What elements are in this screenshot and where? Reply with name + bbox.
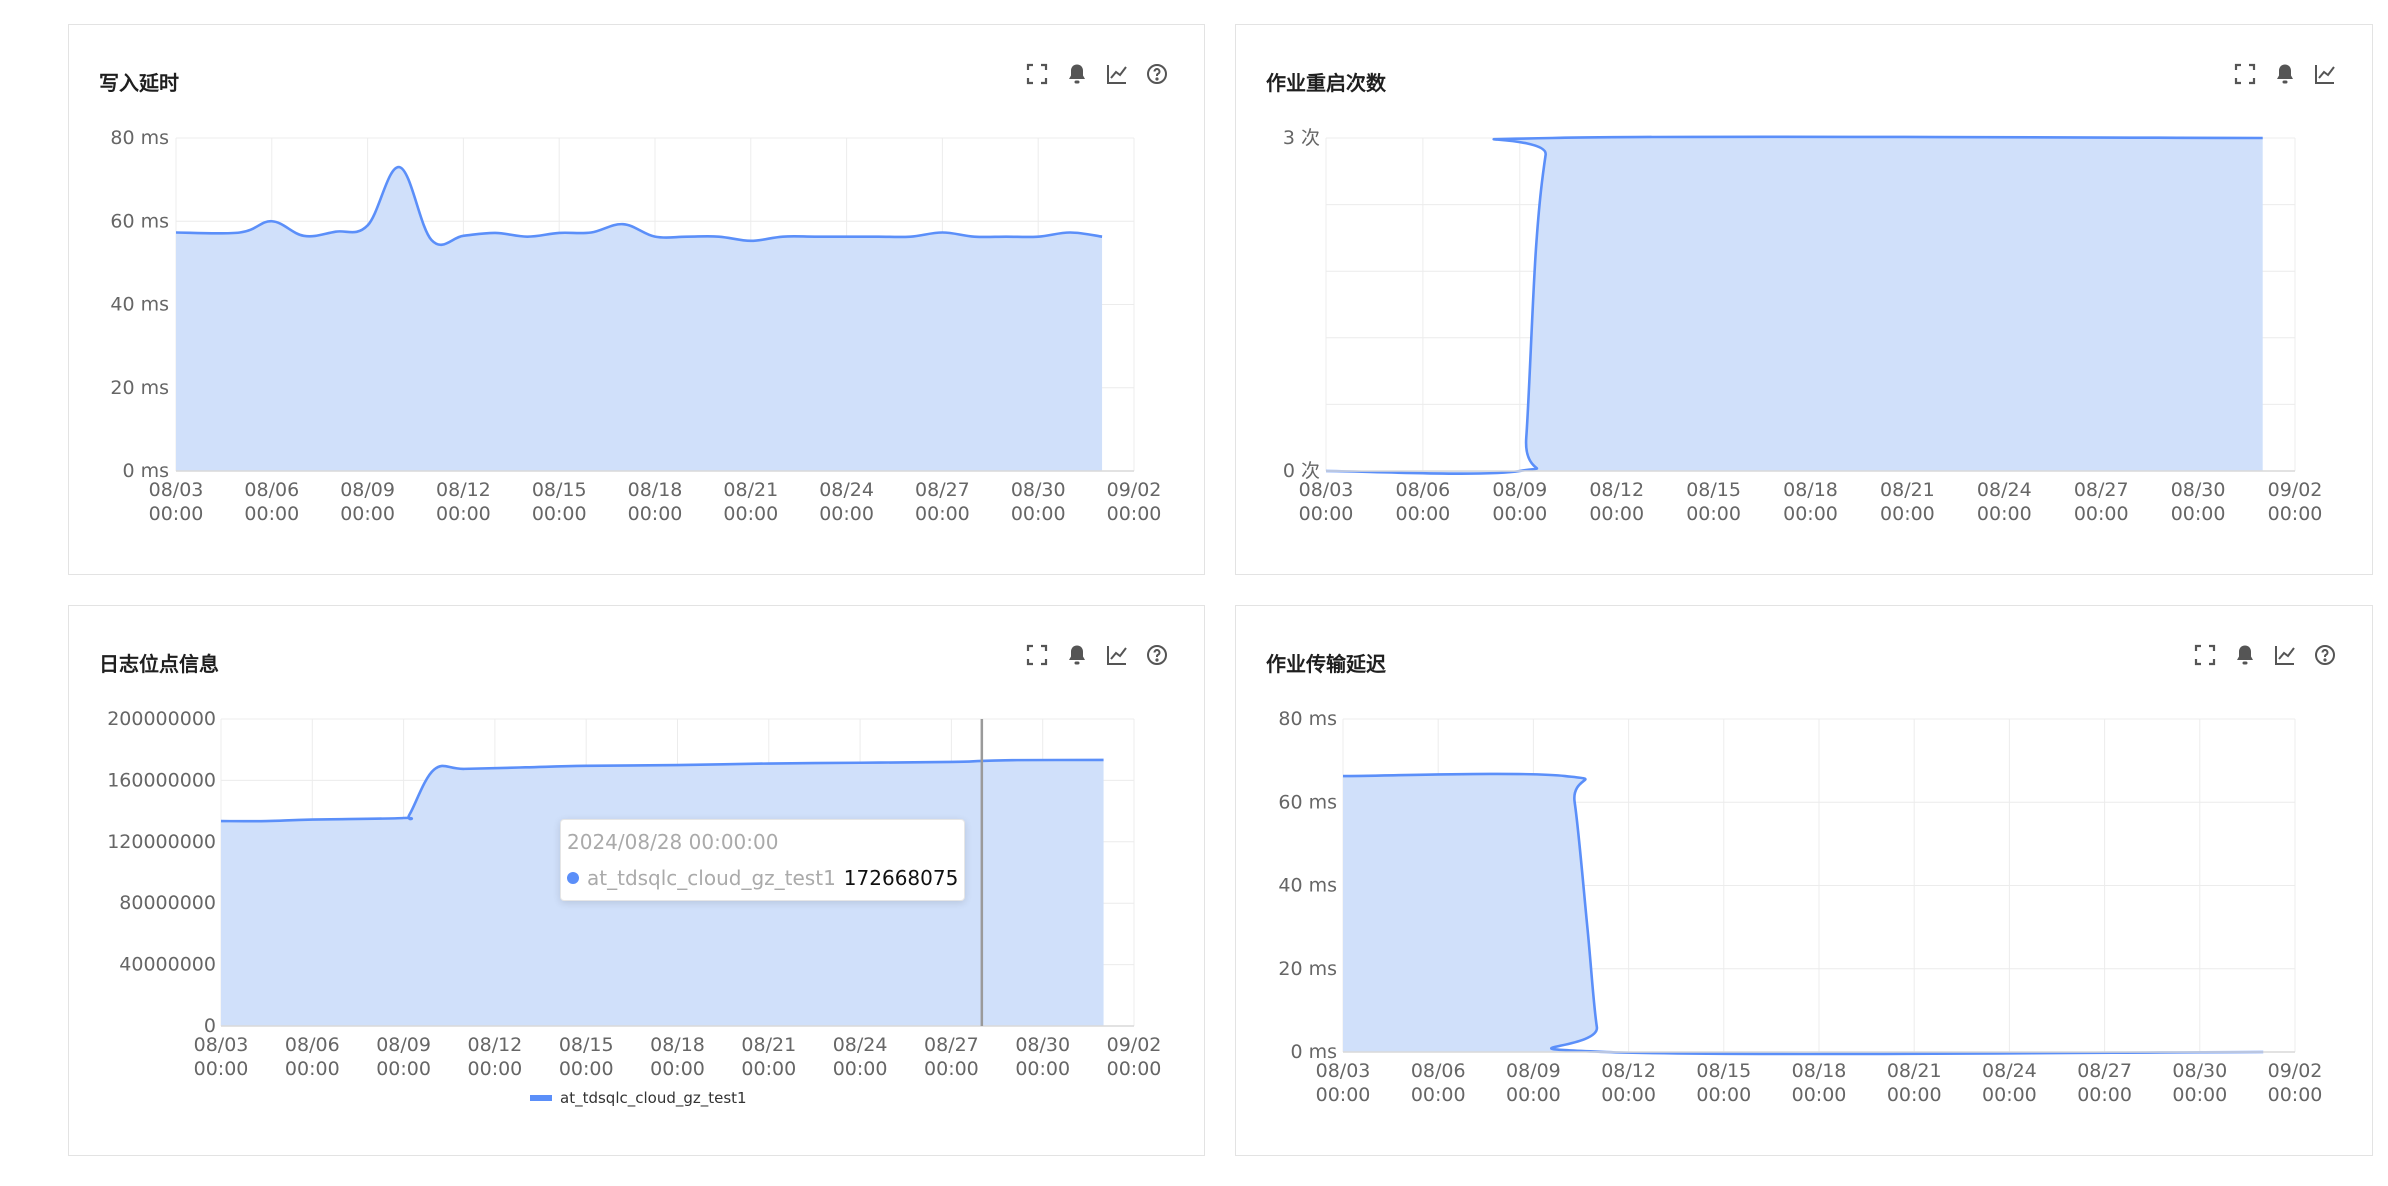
y-tick-label: 40000000 bbox=[119, 954, 216, 976]
x-tick-label: 08/24 00:00 bbox=[819, 479, 874, 525]
x-tick-label: 08/27 00:00 bbox=[915, 479, 970, 525]
x-tick-label: 08/24 00:00 bbox=[833, 1034, 888, 1080]
x-tick-label: 08/27 00:00 bbox=[924, 1034, 979, 1080]
y-tick-label: 80 ms bbox=[110, 127, 169, 149]
chart-legend[interactable]: at_tdsqlc_cloud_gz_test1 bbox=[530, 1089, 747, 1107]
x-tick-label: 08/21 00:00 bbox=[723, 479, 778, 525]
x-tick-label: 08/18 00:00 bbox=[1792, 1060, 1847, 1106]
x-tick-label: 08/15 00:00 bbox=[1686, 479, 1741, 525]
y-tick-label: 0 ms bbox=[1290, 1041, 1337, 1063]
y-tick-label: 0 ms bbox=[122, 460, 169, 482]
x-tick-label: 08/15 00:00 bbox=[1696, 1060, 1751, 1106]
y-tick-label: 80 ms bbox=[1278, 708, 1337, 730]
series-area bbox=[176, 167, 1103, 471]
x-tick-label: 08/06 00:00 bbox=[1411, 1060, 1466, 1106]
job-transfer-delay-panel: 作业传输延迟 08/03 00:00 08/06 00:00 08/09 00:00 08/… bbox=[1235, 605, 2373, 1156]
x-tick-label: 08/21 00:00 bbox=[1880, 479, 1935, 525]
write-latency-chart: 08/03 00:00 08/06 00:00 08/09 00:00 08/12 00:00… bbox=[110, 127, 1162, 525]
y-tick-label: 120000000 bbox=[107, 831, 216, 853]
x-tick-label: 08/15 00:00 bbox=[532, 479, 587, 525]
x-tick-label: 08/30 00:00 bbox=[2172, 1060, 2227, 1106]
job-restart-count-panel: 作业重启次数 08/03 00:00 08/06 00:00 08/09 00:00 08/… bbox=[1235, 24, 2373, 575]
x-tick-label: 08/06 00:00 bbox=[244, 479, 299, 525]
x-tick-label: 08/03 00:00 bbox=[194, 1034, 249, 1080]
tooltip-row: at_tdsqlc_cloud_gz_test1 172668075 bbox=[567, 866, 958, 890]
x-tick-label: 08/09 00:00 bbox=[376, 1034, 431, 1080]
x-tick-label: 08/12 00:00 bbox=[468, 1034, 523, 1080]
x-tick-label: 08/24 00:00 bbox=[1977, 479, 2032, 525]
x-tick-label: 08/18 00:00 bbox=[650, 1034, 705, 1080]
y-tick-label: 0 bbox=[204, 1015, 216, 1037]
y-tick-label: 60 ms bbox=[110, 210, 169, 232]
x-tick-label: 08/27 00:00 bbox=[2077, 1060, 2132, 1106]
x-tick-label: 08/09 00:00 bbox=[1506, 1060, 1561, 1106]
y-tick-label: 20 ms bbox=[1278, 958, 1337, 980]
tooltip-time: 2024/08/28 00:00:00 bbox=[567, 830, 779, 854]
log-position-info-panel: 日志位点信息 08/03 00:00 08/06 00:00 08/09 00:00 08/… bbox=[68, 605, 1205, 1156]
x-tick-label: 08/12 00:00 bbox=[436, 479, 491, 525]
x-tick-label: 08/03 00:00 bbox=[1316, 1060, 1371, 1106]
x-tick-label: 08/30 00:00 bbox=[1011, 479, 1066, 525]
x-tick-label: 08/18 00:00 bbox=[628, 479, 683, 525]
job-restart-count-chart: 08/03 00:00 08/06 00:00 08/09 00:00 08/12 00:00… bbox=[1283, 127, 2323, 525]
x-tick-label: 08/12 00:00 bbox=[1589, 479, 1644, 525]
x-tick-label: 09/02 00:00 bbox=[2268, 479, 2323, 525]
series-dot-icon bbox=[567, 872, 579, 884]
y-tick-label: 3 次 bbox=[1283, 127, 1320, 149]
x-tick-label: 08/03 00:00 bbox=[1299, 479, 1354, 525]
x-tick-label: 08/12 00:00 bbox=[1601, 1060, 1656, 1106]
x-tick-label: 08/30 00:00 bbox=[1015, 1034, 1070, 1080]
x-tick-label: 08/06 00:00 bbox=[285, 1034, 340, 1080]
y-tick-label: 60 ms bbox=[1278, 791, 1337, 813]
job-transfer-delay-chart: 08/03 00:00 08/06 00:00 08/09 00:00 08/12 00:00… bbox=[1278, 708, 2323, 1106]
x-tick-label: 08/24 00:00 bbox=[1982, 1060, 2037, 1106]
x-tick-label: 08/21 00:00 bbox=[741, 1034, 796, 1080]
x-tick-label: 08/15 00:00 bbox=[559, 1034, 614, 1080]
series-area bbox=[1326, 136, 2263, 474]
y-tick-label: 0 次 bbox=[1283, 460, 1320, 482]
x-tick-label: 08/09 00:00 bbox=[1492, 479, 1547, 525]
x-tick-label: 08/30 00:00 bbox=[2171, 479, 2226, 525]
chart-tooltip: 2024/08/28 00:00:00 at_tdsqlc_cloud_gz_t… bbox=[560, 819, 966, 901]
legend-label: at_tdsqlc_cloud_gz_test1 bbox=[560, 1089, 747, 1107]
x-tick-label: 08/03 00:00 bbox=[149, 479, 204, 525]
tooltip-series-name: at_tdsqlc_cloud_gz_test1 bbox=[587, 866, 836, 890]
y-tick-label: 200000000 bbox=[107, 708, 216, 730]
write-latency-panel: 写入延时 08/03 00:00 08/06 00:00 08/09 00:00 08/12… bbox=[68, 24, 1205, 575]
x-tick-label: 08/27 00:00 bbox=[2074, 479, 2129, 525]
x-tick-label: 09/02 00:00 bbox=[1107, 479, 1162, 525]
y-tick-label: 160000000 bbox=[107, 769, 216, 791]
x-tick-label: 08/18 00:00 bbox=[1783, 479, 1838, 525]
legend-swatch bbox=[530, 1095, 552, 1101]
y-tick-label: 80000000 bbox=[119, 892, 216, 914]
x-tick-label: 08/21 00:00 bbox=[1887, 1060, 1942, 1106]
x-tick-label: 09/02 00:00 bbox=[1107, 1034, 1162, 1080]
y-tick-label: 40 ms bbox=[110, 294, 169, 316]
y-tick-label: 20 ms bbox=[110, 377, 169, 399]
y-tick-label: 40 ms bbox=[1278, 875, 1337, 897]
x-tick-label: 09/02 00:00 bbox=[2268, 1060, 2323, 1106]
x-tick-label: 08/09 00:00 bbox=[340, 479, 395, 525]
tooltip-value: 172668075 bbox=[843, 866, 959, 890]
x-tick-label: 08/06 00:00 bbox=[1396, 479, 1451, 525]
series-area bbox=[1343, 773, 2264, 1054]
